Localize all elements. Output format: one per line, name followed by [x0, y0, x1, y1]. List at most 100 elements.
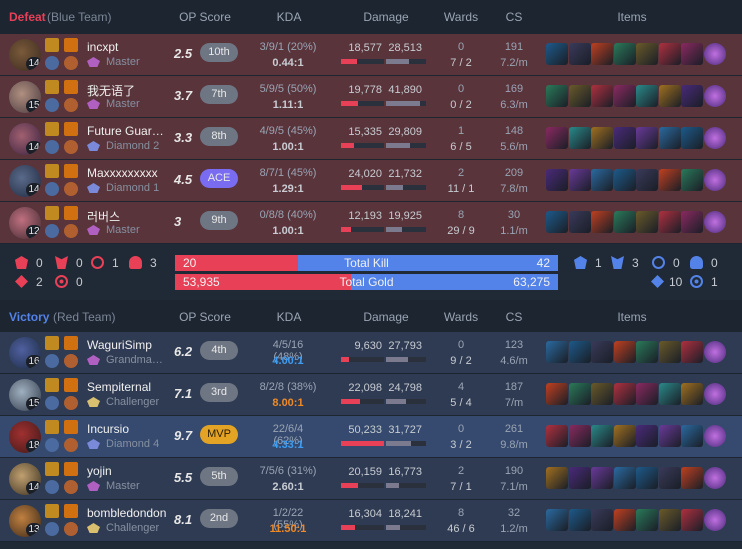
summoner-name[interactable]: Maxxxxxxxxx	[87, 166, 169, 180]
summoner-name[interactable]: Future Guardian	[87, 124, 169, 138]
summoner-spell-icon[interactable]	[45, 420, 59, 434]
item-icon[interactable]	[681, 43, 703, 65]
champion-portrait[interactable]: 14	[9, 123, 41, 155]
item-icon[interactable]	[636, 169, 658, 191]
item-icon[interactable]	[658, 509, 681, 531]
summoner-name[interactable]: 러버스	[87, 208, 169, 225]
item-icon[interactable]	[613, 85, 636, 107]
item-icon[interactable]	[613, 509, 636, 531]
item-icon[interactable]	[636, 85, 658, 107]
item-icon[interactable]	[568, 383, 591, 405]
player-row[interactable]: 14 Maxxxxxxxxx Diamond 1 4.5 ACE 8/7/1 (45%) 1…	[0, 160, 742, 202]
item-icon[interactable]	[658, 85, 681, 107]
rune-icon[interactable]	[45, 224, 59, 238]
item-icon[interactable]	[613, 341, 636, 363]
item-icon[interactable]	[546, 127, 568, 149]
item-icon[interactable]	[681, 467, 703, 489]
champion-portrait[interactable]: 14	[9, 165, 41, 197]
item-icon[interactable]	[568, 211, 591, 233]
item-icon[interactable]	[591, 127, 613, 149]
item-icon[interactable]	[568, 85, 591, 107]
rune-icon[interactable]	[45, 56, 59, 70]
item-icon[interactable]	[658, 341, 681, 363]
summoner-name[interactable]: WaguriSimp	[87, 338, 169, 352]
summoner-name[interactable]: incxpt	[87, 40, 169, 54]
player-row[interactable]: 16 WaguriSimp Grandmaster 6.2 4th 4/5/16 (48%…	[0, 332, 742, 374]
item-icon[interactable]	[546, 467, 568, 489]
item-icon[interactable]	[613, 211, 636, 233]
item-icon[interactable]	[546, 425, 568, 447]
item-icon[interactable]	[591, 509, 613, 531]
item-icon[interactable]	[591, 467, 613, 489]
item-icon[interactable]	[613, 383, 636, 405]
item-icon[interactable]	[681, 127, 703, 149]
player-row[interactable]: 13 bombledondon Challenger 8.1 2nd 1/2/22 (55…	[0, 500, 742, 542]
item-icon[interactable]	[568, 169, 591, 191]
item-icon[interactable]	[658, 211, 681, 233]
summoner-spell-icon[interactable]	[45, 462, 59, 476]
item-icon[interactable]	[568, 127, 591, 149]
rune-icon[interactable]	[64, 140, 78, 154]
summoner-spell-icon[interactable]	[64, 80, 78, 94]
summoner-name[interactable]: Incursio	[87, 422, 169, 436]
item-icon[interactable]	[658, 169, 681, 191]
rune-icon[interactable]	[64, 438, 78, 452]
champion-portrait[interactable]: 14	[9, 463, 41, 495]
item-icon[interactable]	[681, 383, 703, 405]
player-row[interactable]: 14 Future Guardian Diamond 2 3.3 8th 4/9/5 (4…	[0, 118, 742, 160]
summoner-spell-icon[interactable]	[64, 378, 78, 392]
item-icon[interactable]	[658, 127, 681, 149]
item-icon[interactable]	[568, 425, 591, 447]
summoner-name[interactable]: 我无语了	[87, 82, 169, 99]
item-icon[interactable]	[546, 85, 568, 107]
item-icon[interactable]	[591, 211, 613, 233]
item-icon[interactable]	[703, 43, 726, 65]
item-icon[interactable]	[591, 383, 613, 405]
item-icon[interactable]	[546, 383, 568, 405]
rune-icon[interactable]	[45, 480, 59, 494]
rune-icon[interactable]	[64, 224, 78, 238]
summoner-spell-icon[interactable]	[45, 336, 59, 350]
champion-portrait[interactable]: 13	[9, 505, 41, 537]
player-row[interactable]: 14 yojin Master 5.5 5th 7/5/6 (31%) 2.60:1 20,1…	[0, 458, 742, 500]
item-icon[interactable]	[703, 169, 726, 191]
item-icon[interactable]	[546, 169, 568, 191]
rune-icon[interactable]	[45, 98, 59, 112]
rune-icon[interactable]	[45, 522, 59, 536]
rune-icon[interactable]	[45, 182, 59, 196]
rune-icon[interactable]	[45, 396, 59, 410]
summoner-spell-icon[interactable]	[45, 122, 59, 136]
summoner-spell-icon[interactable]	[64, 206, 78, 220]
summoner-name[interactable]: yojin	[87, 464, 169, 478]
player-row[interactable]: 15 我无语了 Master 3.7 7th 5/9/5 (50%) 1.11:1 19,77…	[0, 76, 742, 118]
item-icon[interactable]	[703, 425, 726, 447]
item-icon[interactable]	[658, 425, 681, 447]
item-icon[interactable]	[636, 211, 658, 233]
item-icon[interactable]	[703, 127, 726, 149]
item-icon[interactable]	[703, 211, 726, 233]
item-icon[interactable]	[568, 467, 591, 489]
item-icon[interactable]	[591, 425, 613, 447]
item-icon[interactable]	[703, 341, 726, 363]
item-icon[interactable]	[613, 127, 636, 149]
item-icon[interactable]	[636, 43, 658, 65]
item-icon[interactable]	[681, 211, 703, 233]
champion-portrait[interactable]: 15	[9, 379, 41, 411]
rune-icon[interactable]	[45, 140, 59, 154]
summoner-name[interactable]: Sempiternal	[87, 380, 169, 394]
item-icon[interactable]	[681, 85, 703, 107]
summoner-spell-icon[interactable]	[64, 504, 78, 518]
item-icon[interactable]	[546, 43, 568, 65]
item-icon[interactable]	[681, 425, 703, 447]
item-icon[interactable]	[568, 43, 591, 65]
item-icon[interactable]	[636, 127, 658, 149]
player-row[interactable]: 12 러버스 Master 3 9th 0/8/8 (40%) 1.00:1 12,193 19…	[0, 202, 742, 244]
player-row[interactable]: 14 incxpt Master 2.5 10th 3/9/1 (20%) 0.44:1 18…	[0, 34, 742, 76]
summoner-name[interactable]: bombledondon	[87, 506, 169, 520]
rune-icon[interactable]	[64, 522, 78, 536]
item-icon[interactable]	[658, 43, 681, 65]
item-icon[interactable]	[546, 211, 568, 233]
item-icon[interactable]	[636, 341, 658, 363]
item-icon[interactable]	[613, 169, 636, 191]
summoner-spell-icon[interactable]	[64, 164, 78, 178]
